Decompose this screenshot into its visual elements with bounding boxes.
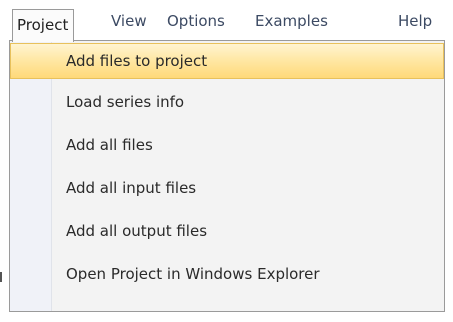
- menu-options[interactable]: Options: [167, 10, 225, 32]
- menu-item-label: Open Project in Windows Explorer: [66, 265, 320, 283]
- menu-item-add-all-input-files[interactable]: Add all input files: [10, 170, 444, 206]
- project-dropdown-menu: Add files to project Load series info Ad…: [9, 40, 445, 312]
- menu-item-add-files-to-project[interactable]: Add files to project: [10, 43, 444, 79]
- menu-item-load-series-info[interactable]: Load series info: [10, 84, 444, 120]
- application-window: Project View Options Examples Help Add f…: [0, 0, 453, 322]
- menu-item-label: Add files to project: [66, 52, 208, 70]
- menu-help[interactable]: Help: [398, 10, 432, 32]
- menu-item-label: Load series info: [66, 93, 185, 111]
- window-edge-mark: [0, 272, 2, 282]
- menu-item-add-all-files[interactable]: Add all files: [10, 127, 444, 163]
- menu-item-add-all-output-files[interactable]: Add all output files: [10, 213, 444, 249]
- menu-bar: Project View Options Examples Help: [0, 0, 453, 42]
- menu-item-label: Add all input files: [66, 179, 197, 197]
- menu-item-open-project-in-windows-explorer[interactable]: Open Project in Windows Explorer: [10, 256, 444, 292]
- menu-item-label: Add all files: [66, 136, 153, 154]
- menu-view[interactable]: View: [111, 10, 147, 32]
- menu-examples[interactable]: Examples: [255, 10, 328, 32]
- menu-project[interactable]: Project: [12, 9, 75, 42]
- menu-item-label: Add all output files: [66, 222, 208, 240]
